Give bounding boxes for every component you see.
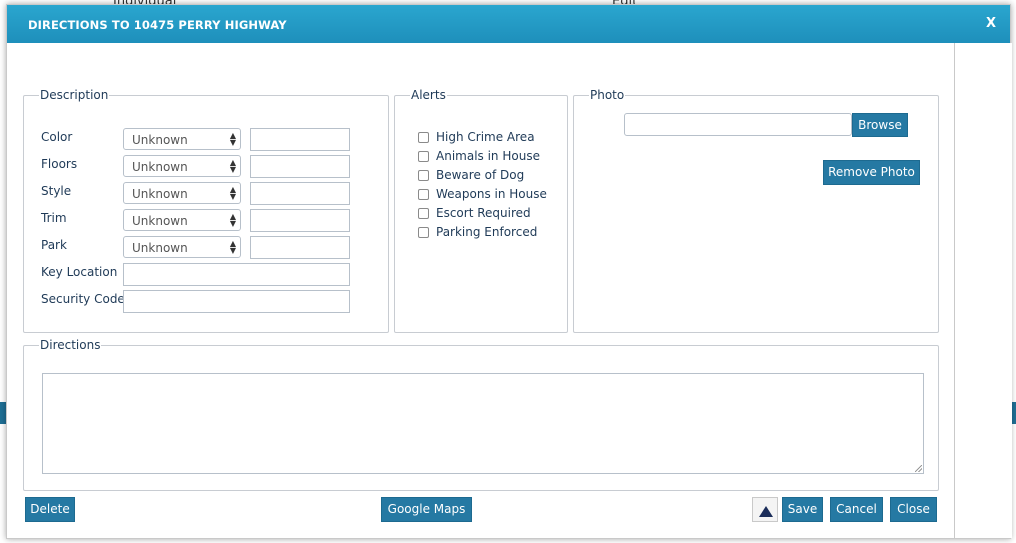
directions-modal: DIRECTIONS TO 10475 PERRY HIGHWAY X Desc… [6,4,1012,539]
park-text-input[interactable] [250,236,350,259]
google-maps-button[interactable]: Google Maps [381,497,472,522]
trim-text-input[interactable] [250,209,350,232]
modal-header: DIRECTIONS TO 10475 PERRY HIGHWAY X [7,5,1010,43]
checkbox[interactable] [418,170,429,181]
select-arrows-icon: ▲ ▼ [229,239,236,255]
floors-text-input[interactable] [250,155,350,178]
select-arrows-icon: ▲ ▼ [229,212,236,228]
trim-select[interactable]: Unknown ▲ ▼ [123,209,241,231]
trim-select-value: Unknown [132,214,188,228]
remove-photo-button[interactable]: Remove Photo [823,160,920,185]
checkbox-label: Parking Enforced [436,225,538,239]
checkbox[interactable] [418,189,429,200]
alerts-list: High Crime Area Animals in House Beware … [396,130,566,250]
security-code-label: Security Code [41,292,125,306]
checkbox-label: Weapons in House [436,187,547,201]
color-label: Color [41,130,73,144]
checkbox-label: Escort Required [436,206,531,220]
browse-button[interactable]: Browse [852,113,908,137]
directions-textarea[interactable] [42,373,924,474]
key-location-label: Key Location [41,265,118,279]
checkbox[interactable] [418,132,429,143]
directions-legend: Directions [40,338,101,352]
select-arrows-icon: ▲ ▼ [229,158,236,174]
security-code-input[interactable] [123,290,350,313]
resize-grip-icon[interactable] [915,465,922,472]
scroll-top-button[interactable] [752,497,778,522]
key-location-input[interactable] [123,263,350,286]
close-icon[interactable]: X [986,16,996,31]
checkbox-label: Beware of Dog [436,168,525,182]
floors-select[interactable]: Unknown ▲ ▼ [123,155,241,177]
delete-button[interactable]: Delete [25,497,75,522]
checkbox[interactable] [418,208,429,219]
photo-file-input[interactable] [624,113,852,136]
modal-title: DIRECTIONS TO 10475 PERRY HIGHWAY [28,18,287,32]
style-label: Style [41,184,72,198]
select-arrows-icon: ▲ ▼ [229,131,236,147]
park-label: Park [41,238,67,252]
arrow-up-icon [759,506,773,517]
park-select-value: Unknown [132,241,188,255]
checkbox[interactable] [418,227,429,238]
checkbox-label: High Crime Area [436,130,535,144]
park-select[interactable]: Unknown ▲ ▼ [123,236,241,258]
floors-select-value: Unknown [132,160,188,174]
color-text-input[interactable] [250,128,350,151]
select-arrows-icon: ▲ ▼ [229,185,236,201]
description-legend: Description [40,88,109,102]
floors-label: Floors [41,157,78,171]
color-select-value: Unknown [132,133,188,147]
save-button[interactable]: Save [782,497,823,522]
style-select-value: Unknown [132,187,188,201]
alerts-legend: Alerts [411,88,446,102]
cancel-button[interactable]: Cancel [830,497,883,522]
close-button[interactable]: Close [890,497,937,522]
color-select[interactable]: Unknown ▲ ▼ [123,128,241,150]
modal-right-margin [955,43,1012,538]
style-text-input[interactable] [250,182,350,205]
modal-body: Description Color Unknown ▲ ▼ Floors Unkn… [7,43,955,538]
checkbox-label: Animals in House [436,149,540,163]
style-select[interactable]: Unknown ▲ ▼ [123,182,241,204]
photo-legend: Photo [590,88,625,102]
trim-label: Trim [41,211,67,225]
checkbox[interactable] [418,151,429,162]
